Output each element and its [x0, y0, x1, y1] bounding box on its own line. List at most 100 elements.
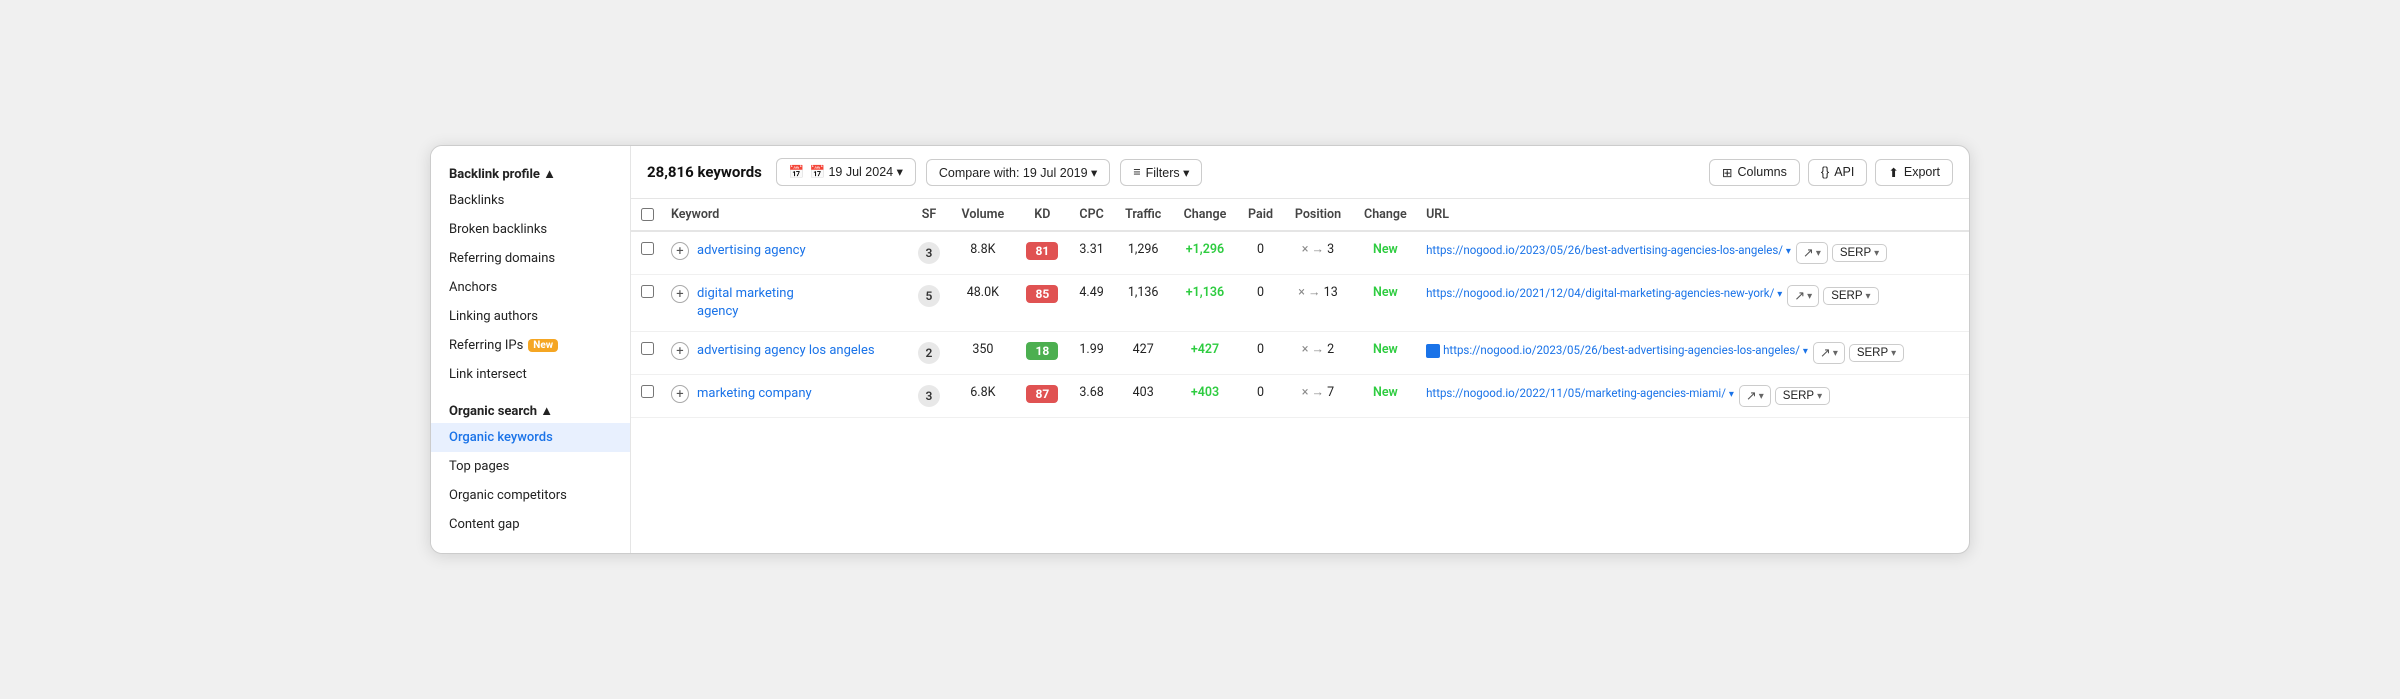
sidebar-item-linking-authors[interactable]: Linking authors [431, 302, 630, 331]
header-paid: Paid [1238, 199, 1284, 231]
row-paid: 0 [1238, 332, 1284, 375]
header-cpc: CPC [1069, 199, 1114, 231]
url-expand-arrow[interactable]: ▾ [1803, 346, 1808, 357]
row-cpc: 4.49 [1069, 275, 1114, 332]
row-paid: 0 [1238, 375, 1284, 418]
keyword-text[interactable]: marketing company [697, 385, 837, 403]
row-change: +1,136 [1172, 275, 1237, 332]
row-actions: ↗ ▾ SERP ▾ [1796, 242, 1887, 264]
row-sf: 2 [908, 332, 950, 375]
export-label: Export [1904, 165, 1940, 179]
toolbar: 28,816 keywords 📅 📅 19 Jul 2024 ▾ Compar… [631, 146, 1969, 199]
row-position: × → 7 [1283, 375, 1352, 418]
keyword-text[interactable]: digital marketingagency [697, 285, 837, 321]
row-traffic: 403 [1114, 375, 1172, 418]
sidebar-item-label: Backlinks [449, 193, 504, 208]
header-checkbox [631, 199, 663, 231]
header-position: Position [1283, 199, 1352, 231]
sidebar-section-backlink[interactable]: Backlink profile ▲ [431, 160, 630, 186]
keyword-text[interactable]: advertising agency [697, 242, 837, 260]
trend-button[interactable]: ↗ ▾ [1796, 242, 1828, 264]
compare-button[interactable]: Compare with: 19 Jul 2019 ▾ [926, 159, 1110, 186]
url-expand-arrow[interactable]: ▾ [1786, 246, 1791, 257]
sidebar-section-organic[interactable]: Organic search ▲ [431, 397, 630, 423]
trend-chevron: ▾ [1816, 248, 1821, 259]
serp-button[interactable]: SERP ▾ [1849, 344, 1904, 362]
trend-button[interactable]: ↗ ▾ [1787, 285, 1819, 307]
sidebar-item-link-intersect[interactable]: Link intersect [431, 360, 630, 389]
trend-button[interactable]: ↗ ▾ [1813, 342, 1845, 364]
row-url[interactable]: https://nogood.io/2022/11/05/marketing-a… [1426, 386, 1734, 400]
keyword-text[interactable]: advertising agency los angeles [697, 342, 875, 360]
sidebar-item-label: Linking authors [449, 309, 538, 324]
expand-keyword-button[interactable]: + [671, 285, 689, 303]
header-kd: KD [1016, 199, 1070, 231]
expand-keyword-button[interactable]: + [671, 385, 689, 403]
row-sf: 3 [908, 375, 950, 418]
table-row: + advertising agency 3 8.8K 81 3.31 1,29… [631, 231, 1969, 275]
row-cpc: 1.99 [1069, 332, 1114, 375]
row-url[interactable]: https://nogood.io/2023/05/26/best-advert… [1426, 343, 1808, 357]
row-kd: 81 [1016, 231, 1070, 275]
row-checkbox[interactable] [641, 385, 654, 398]
new-badge: New [528, 339, 558, 352]
table-row: + marketing company 3 6.8K 87 3.68 403 +… [631, 375, 1969, 418]
sidebar-item-referring-domains[interactable]: Referring domains [431, 244, 630, 273]
row-position: × → 3 [1283, 231, 1352, 275]
sf-badge: 2 [918, 342, 940, 364]
sf-badge: 3 [918, 242, 940, 264]
export-button[interactable]: ⬆ Export [1875, 159, 1953, 186]
compare-label: Compare with: 19 Jul 2019 ▾ [939, 165, 1097, 180]
url-expand-arrow[interactable]: ▾ [1777, 289, 1782, 300]
columns-icon: ⊞ [1722, 165, 1732, 180]
row-checkbox[interactable] [641, 285, 654, 298]
sidebar-item-label: Organic competitors [449, 488, 567, 503]
sidebar-item-organic-competitors[interactable]: Organic competitors [431, 481, 630, 510]
trend-button[interactable]: ↗ ▾ [1739, 385, 1771, 407]
sidebar-item-top-pages[interactable]: Top pages [431, 452, 630, 481]
sidebar-item-broken-backlinks[interactable]: Broken backlinks [431, 215, 630, 244]
serp-button[interactable]: SERP ▾ [1775, 387, 1830, 405]
row-checkbox[interactable] [641, 242, 654, 255]
kd-badge: 87 [1026, 385, 1058, 403]
date-picker-button[interactable]: 📅 📅 19 Jul 2024 ▾ [776, 158, 916, 186]
row-traffic: 1,136 [1114, 275, 1172, 332]
row-pos-change: New [1353, 375, 1418, 418]
sf-badge: 3 [918, 385, 940, 407]
api-button[interactable]: {} API [1808, 159, 1868, 186]
row-url[interactable]: https://nogood.io/2021/12/04/digital-mar… [1426, 286, 1782, 300]
sidebar-item-anchors[interactable]: Anchors [431, 273, 630, 302]
row-sf: 5 [908, 275, 950, 332]
serp-button[interactable]: SERP ▾ [1832, 244, 1887, 262]
sidebar-item-label: Top pages [449, 459, 509, 474]
filters-label: Filters ▾ [1146, 165, 1190, 180]
row-url[interactable]: https://nogood.io/2023/05/26/best-advert… [1426, 243, 1791, 257]
sidebar-backlinks-group: Backlinks Broken backlinksReferring domai… [431, 186, 630, 389]
row-position: × → 13 [1283, 275, 1352, 332]
row-kd: 18 [1016, 332, 1070, 375]
main-content: 28,816 keywords 📅 📅 19 Jul 2024 ▾ Compar… [631, 146, 1969, 553]
serp-chevron: ▾ [1866, 291, 1871, 302]
expand-keyword-button[interactable]: + [671, 242, 689, 260]
sidebar-organic-group: Organic keywords Top pages Organic competi… [431, 423, 630, 539]
sidebar-item-content-gap[interactable]: Content gap [431, 510, 630, 539]
row-keyword-cell: + advertising agency los angeles [663, 332, 908, 375]
sidebar-item-backlinks[interactable]: Backlinks [431, 186, 630, 215]
sidebar-item-referring-ips[interactable]: Referring IPsNew [431, 331, 630, 360]
url-expand-arrow[interactable]: ▾ [1729, 389, 1734, 400]
serp-button[interactable]: SERP ▾ [1823, 287, 1878, 305]
row-volume: 8.8K [950, 231, 1015, 275]
row-pos-change: New [1353, 231, 1418, 275]
sidebar-item-organic-keywords[interactable]: Organic keywords [431, 423, 630, 452]
row-checkbox[interactable] [641, 342, 654, 355]
favicon [1426, 344, 1440, 358]
columns-button[interactable]: ⊞ Columns [1709, 159, 1800, 186]
row-actions: ↗ ▾ SERP ▾ [1787, 285, 1878, 307]
row-url-cell: https://nogood.io/2021/12/04/digital-mar… [1418, 275, 1969, 332]
kd-badge: 85 [1026, 285, 1058, 303]
row-traffic: 427 [1114, 332, 1172, 375]
select-all-checkbox[interactable] [641, 208, 654, 221]
filters-button[interactable]: ≡ Filters ▾ [1120, 159, 1202, 186]
expand-keyword-button[interactable]: + [671, 342, 689, 360]
sidebar-item-label: Link intersect [449, 367, 527, 382]
